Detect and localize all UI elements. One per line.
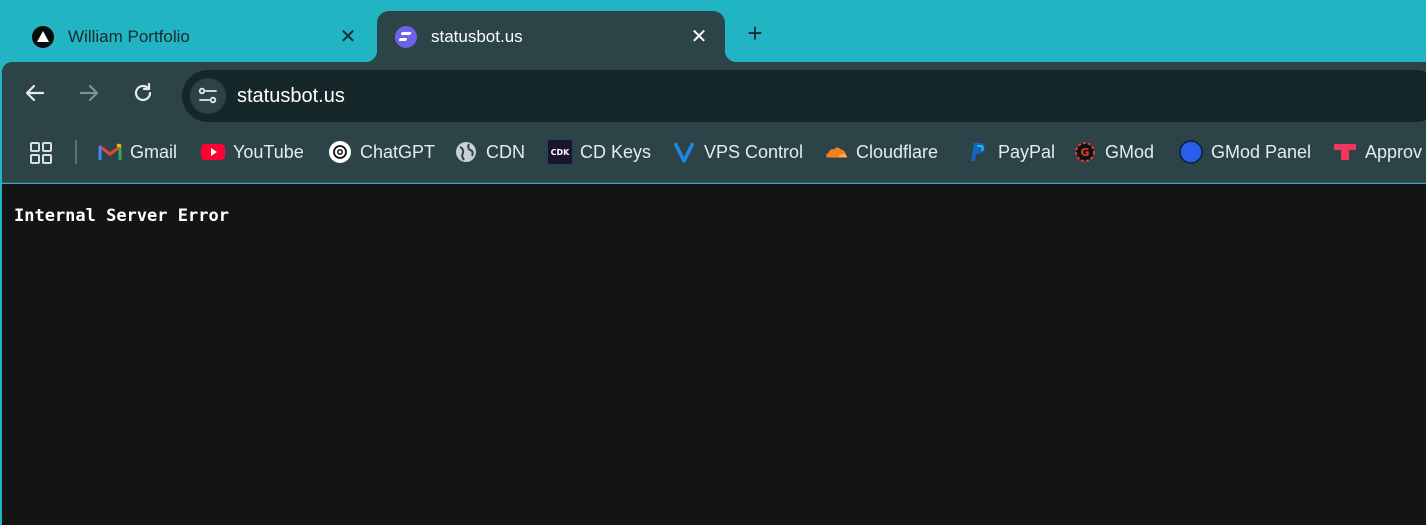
toolbar: statusbot.us bbox=[2, 62, 1426, 122]
bookmark-approv[interactable]: Approv bbox=[1333, 139, 1422, 165]
chatgpt-icon bbox=[328, 140, 352, 164]
site-settings-button[interactable] bbox=[190, 78, 226, 114]
new-tab-button[interactable]: + bbox=[740, 18, 770, 48]
bookmark-label: CDN bbox=[486, 141, 525, 162]
tab-william-portfolio[interactable]: William Portfolio ✕ bbox=[14, 11, 374, 62]
bookmark-gmod-panel[interactable]: GMod Panel bbox=[1179, 139, 1311, 165]
statusbot-logo-icon bbox=[395, 25, 417, 48]
bookmark-label: VPS Control bbox=[704, 141, 804, 162]
cloudflare-icon bbox=[824, 140, 848, 164]
tab-title: statusbot.us bbox=[431, 26, 523, 46]
tab-title: William Portfolio bbox=[68, 26, 190, 46]
bookmarks-divider bbox=[75, 140, 77, 164]
bookmark-label: Approv bbox=[1365, 141, 1423, 162]
bookmark-chatgpt[interactable]: ChatGPT bbox=[328, 139, 435, 165]
bookmark-cd-keys[interactable]: CDK CD Keys bbox=[548, 139, 651, 165]
gmod-icon: G bbox=[1073, 140, 1097, 164]
blue-circle-icon bbox=[1179, 140, 1203, 164]
bookmark-cloudflare[interactable]: Cloudflare bbox=[824, 139, 938, 165]
vps-icon bbox=[672, 140, 696, 164]
cdk-icon: CDK bbox=[548, 140, 572, 164]
tab-strip: William Portfolio ✕ statusbot.us ✕ + bbox=[0, 0, 1426, 62]
bookmark-paypal[interactable]: PayPal bbox=[966, 139, 1055, 165]
arrow-left-icon bbox=[25, 84, 45, 102]
bookmark-youtube[interactable]: YouTube bbox=[201, 139, 304, 165]
bookmark-label: Gmail bbox=[130, 141, 178, 162]
bookmark-gmod[interactable]: G GMod bbox=[1073, 139, 1154, 165]
back-button[interactable] bbox=[20, 78, 50, 108]
tune-icon bbox=[198, 87, 217, 104]
browser-window: William Portfolio ✕ statusbot.us ✕ + sta… bbox=[0, 0, 1426, 525]
apps-button[interactable] bbox=[29, 141, 53, 165]
close-icon[interactable]: ✕ bbox=[687, 25, 711, 49]
youtube-icon bbox=[201, 140, 225, 164]
close-icon[interactable]: ✕ bbox=[336, 25, 360, 49]
bookmark-label: YouTube bbox=[233, 141, 304, 162]
approv-icon bbox=[1333, 140, 1357, 164]
bookmark-label: GMod bbox=[1105, 141, 1155, 162]
svg-text:G: G bbox=[1080, 146, 1089, 159]
bookmark-gmail[interactable]: Gmail bbox=[98, 139, 177, 165]
bookmark-vps-control[interactable]: VPS Control bbox=[672, 139, 803, 165]
bookmark-label: GMod Panel bbox=[1211, 141, 1312, 162]
bookmark-label: CD Keys bbox=[580, 141, 652, 162]
address-bar[interactable]: statusbot.us bbox=[182, 70, 1426, 122]
gmail-icon bbox=[98, 140, 122, 164]
bookmark-cdn[interactable]: CDN bbox=[454, 139, 525, 165]
apps-grid-icon bbox=[30, 142, 52, 164]
reload-icon bbox=[134, 82, 152, 102]
url-text: statusbot.us bbox=[237, 85, 345, 107]
arrow-right-icon bbox=[79, 84, 99, 102]
bookmark-label: ChatGPT bbox=[360, 141, 436, 162]
bookmarks-bar: Gmail YouTube ChatGPT CDN CDK CD Keys VP… bbox=[2, 122, 1426, 183]
reload-button[interactable] bbox=[128, 78, 158, 108]
tab-statusbot[interactable]: statusbot.us ✕ bbox=[365, 11, 737, 62]
bookmark-label: PayPal bbox=[998, 141, 1056, 162]
globe-icon bbox=[454, 140, 478, 164]
triangle-logo-icon bbox=[32, 25, 54, 48]
bookmark-label: Cloudflare bbox=[856, 141, 939, 162]
page-content: Internal Server Error bbox=[2, 184, 1426, 525]
error-message: Internal Server Error bbox=[14, 206, 229, 226]
forward-button[interactable] bbox=[74, 78, 104, 108]
paypal-icon bbox=[966, 140, 990, 164]
